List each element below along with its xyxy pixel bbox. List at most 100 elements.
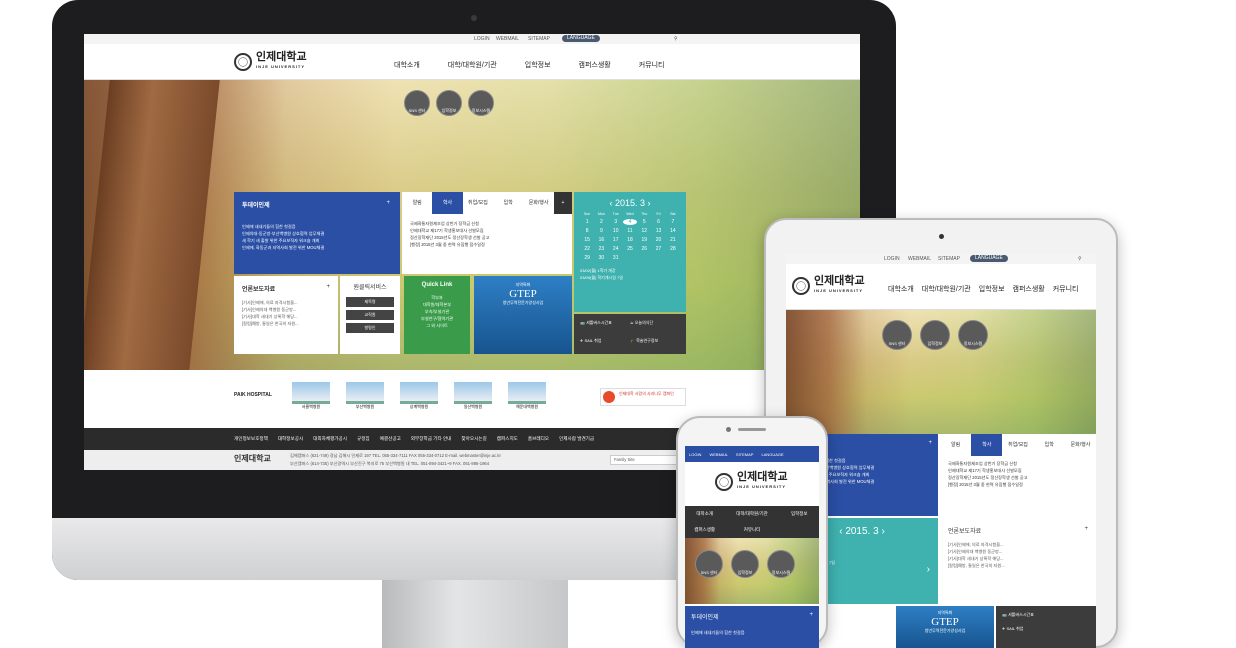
calendar-day[interactable]: 27 [651,246,665,252]
calendar-day[interactable]: 12 [637,228,651,234]
language-select[interactable]: LANGUAGE [562,35,600,42]
one-click-button[interactable]: 교직원 [346,310,394,320]
calendar-day[interactable]: 18 [623,237,637,243]
more-button[interactable]: + [928,440,932,446]
calendar-day[interactable]: 4 [622,219,638,225]
hospital-link[interactable]: 해운대백병원 [508,382,546,410]
nav-colleges[interactable]: 대학/대학원/기관 [448,60,497,70]
nav-colleges[interactable]: 대학/대학원/기관 [922,284,971,294]
admission-info-button[interactable]: 입학정보 [436,90,462,116]
more-button[interactable]: + [553,192,573,214]
calendar-day[interactable]: 11 [623,228,637,234]
calendar-day[interactable]: 2 [594,219,608,225]
tab-admission[interactable]: 입학 [493,192,523,214]
notice-item[interactable]: 정산장학재단 2015년도 정산장학생 선발 공고 [410,234,564,241]
calendar-day[interactable]: 10 [609,228,623,234]
info-system-button[interactable]: 정보시스템 [468,90,494,116]
footer-link[interactable]: 대학정보공시 [278,436,303,442]
tab-academic[interactable]: 학사 [432,192,463,214]
calendar-day[interactable]: 29 [580,255,594,261]
research-link[interactable]: 🎓 학술연구정보 [630,338,680,348]
calendar-day[interactable]: 7 [666,219,680,225]
nav-campus-life[interactable]: 캠퍼스생활 [579,60,611,70]
calendar-day[interactable]: 26 [637,246,651,252]
sail-link[interactable]: ✈ SAIL 취업 [580,338,630,348]
gtep-banner[interactable]: 지역특화 GTEP 청년무역전문가양성사업 [896,606,994,648]
sns-center-button[interactable]: SNS 센터 [404,90,430,116]
calendar-day[interactable]: 1 [580,219,594,225]
notice-item[interactable]: 국제화통자원제조업 상반기 장학금 신청 [410,220,564,227]
nav-admission[interactable]: 입학정보 [525,60,551,70]
nav-campus-life[interactable]: 캠퍼스생활 [1013,284,1045,294]
quick-link-item[interactable]: 대학원/대학본부 [410,301,464,308]
family-site-select[interactable]: Family Site [610,455,686,465]
language-select[interactable]: LANGUAGE [970,255,1008,262]
sns-center-button[interactable]: SNS 센터 [882,320,912,350]
calendar-day[interactable]: 9 [594,228,608,234]
menu-link[interactable]: ☕ 오늘의식단 [630,320,680,330]
quick-link-item[interactable]: 부설연구/협력기관 [410,315,464,322]
calendar-day[interactable]: 16 [594,237,608,243]
footer-link[interactable]: 인제사람 발견기금 [559,436,594,442]
news-item[interactable]: 인제에, 화동군과 지역사회 발전 위한 MOU체결 [242,244,392,251]
footer-link[interactable]: 대외자체평가공시 [313,436,347,442]
calendar-day[interactable]: 13 [651,228,665,234]
nav-about[interactable]: 대학소개 [888,284,914,294]
calendar-day[interactable]: 8 [580,228,594,234]
calendar-day[interactable]: 31 [609,255,623,261]
footer-link[interactable]: 홈브레디오 [528,436,549,442]
calendar-day[interactable]: 28 [666,246,680,252]
calendar-day[interactable]: 3 [609,219,623,225]
university-logo[interactable]: 인제대학교 INJE UNIVERSITY [792,276,872,296]
more-button[interactable]: + [386,200,390,206]
tab-alert[interactable]: 알림 [402,192,432,214]
search-icon[interactable]: ⚲ [1078,256,1082,262]
calendar-day[interactable]: 24 [609,246,623,252]
notice-item[interactable]: 인제대학교 제17기 학생홍보대사 선발모집 [410,227,564,234]
search-icon[interactable]: ⚲ [674,36,678,42]
hospital-link[interactable]: 일산백병원 [454,382,492,410]
hospital-link[interactable]: 서울백병원 [292,382,330,410]
university-logo[interactable]: 인제대학교 INJE UNIVERSITY [715,472,795,492]
webmail-link[interactable]: WEBMAIL [908,256,931,262]
calendar-day[interactable]: 23 [594,246,608,252]
calendar-day[interactable]: 21 [666,237,680,243]
calendar-day[interactable]: 22 [580,246,594,252]
calendar-day[interactable]: 30 [594,255,608,261]
press-item[interactable]: [기사]인제에, 의료 자격시험을... [242,299,330,306]
calendar-day[interactable]: 14 [666,228,680,234]
press-item[interactable]: [기사]대학 새내기 상록학 해당... [242,313,330,320]
login-link[interactable]: LOGIN [474,36,490,42]
calendar-day[interactable]: 19 [637,237,651,243]
more-button[interactable]: + [326,284,330,290]
event-text[interactable]: 1학기 개강 [597,268,615,273]
nav-admission[interactable]: 입학정보 [979,284,1005,294]
webmail-link[interactable]: WEBMAIL [496,36,519,42]
footer-link[interactable]: 찾아오시는길 [461,436,486,442]
press-item[interactable]: [기사]인제의대 백병원 동군방... [242,306,330,313]
next-month-icon[interactable]: › [648,198,651,208]
hospital-link[interactable]: 부산백병원 [346,382,384,410]
footer-link[interactable]: 외부장학금 기타 안내 [411,436,452,442]
apple-promo-banner[interactable]: 인제대학 사람의 사과나무 캠퍼인 [600,388,686,406]
press-item[interactable]: [칼럼]예방, 통일은 한국의 자원... [242,320,330,327]
gtep-banner[interactable]: 지역특화 GTEP 청년무역전문가양성사업 [474,276,572,354]
tab-culture[interactable]: 문화/행사 [523,192,553,214]
news-item[interactable]: 인제에 새내기들의 힘찬 첫걸음 [242,223,392,230]
footer-link[interactable]: 개인정보보호정책 [234,436,268,442]
nav-community[interactable]: 커뮤니티 [1053,284,1079,294]
calendar-day[interactable]: 6 [651,219,665,225]
prev-month-icon[interactable]: ‹ [609,198,612,208]
more-button[interactable]: + [809,612,813,618]
quick-link-item[interactable]: 학부과 [410,294,464,301]
tab-jobs[interactable]: 취업/모집 [463,192,493,214]
calendar-day[interactable]: 15 [580,237,594,243]
one-click-button[interactable]: 제목명 [346,297,394,307]
login-link[interactable]: LOGIN [884,256,900,262]
footer-link[interactable]: 규정집 [357,436,370,442]
footer-link[interactable]: 예결산공고 [380,436,401,442]
event-text[interactable]: 학기개시일 7일 [597,275,622,280]
nav-about[interactable]: 대학소개 [394,60,420,70]
notice-item[interactable]: [행정] 2015년 3월 중 현역 유집행 접수일정 [410,241,564,248]
quick-link-item[interactable]: 그 외 사이트 [410,322,464,329]
